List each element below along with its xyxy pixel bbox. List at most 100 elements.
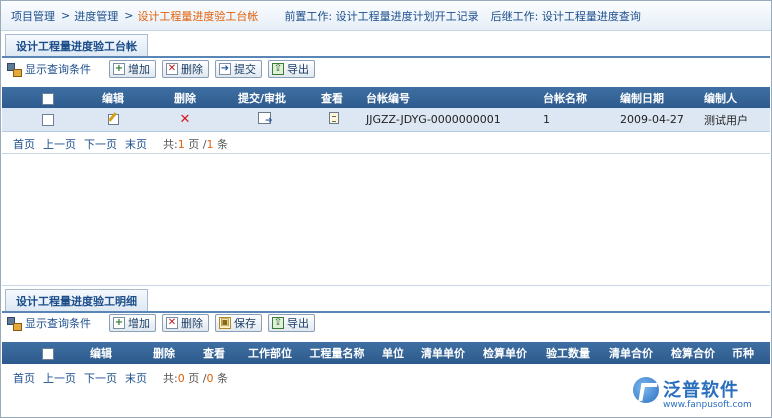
submit-document-icon: [257, 112, 273, 126]
row-submit-button[interactable]: [256, 112, 273, 127]
add-icon: +: [113, 63, 125, 75]
table-row[interactable]: ✕ JJGZZ-JDYG-0000000001 1 2009-04-27 测试用…: [2, 108, 770, 132]
pager-last-link[interactable]: 末页: [125, 370, 147, 386]
detail-filter-label: 显示查询条件: [25, 317, 91, 330]
breadcrumb-separator: >: [124, 9, 134, 22]
breadcrumb: 项目管理 > 进度管理 > 设计工程量进度验工台帐 前置工作: 设计工程量进度计…: [1, 1, 771, 31]
fanpu-logo: 泛普软件 www.fanpusoft.com: [633, 375, 763, 413]
col-work-location: 工作部位: [248, 347, 292, 360]
row-delete-button[interactable]: ✕: [177, 112, 193, 127]
ledger-delete-button[interactable]: ✕ 删除: [162, 60, 209, 78]
col-edit: 编辑: [102, 92, 124, 105]
filter-tree-icon: [7, 62, 22, 77]
detail-delete-label: 删除: [181, 317, 203, 330]
col-view: 查看: [203, 347, 225, 360]
col-delete: 删除: [174, 92, 196, 105]
ledger-toolbar: 显示查询条件 + 增加 ✕ 删除 ➜ 提交 ⇪ 导出: [7, 58, 321, 80]
delete-x-icon: ✕: [179, 112, 191, 127]
col-quantity-name: 工程量名称: [309, 347, 365, 360]
row-ledger-name: 1: [543, 113, 550, 126]
pager-prev-link[interactable]: 上一页: [43, 370, 76, 386]
ledger-filter-label: 显示查询条件: [25, 63, 91, 76]
col-delete: 删除: [153, 347, 175, 360]
detail-save-button[interactable]: ▣ 保存: [215, 314, 262, 332]
detail-grid-header: 编辑 删除 查看 工作部位 工程量名称 单位 清单单价 检算单价 验工数量 清单…: [2, 342, 770, 364]
submit-icon: ➜: [219, 63, 231, 75]
ledger-grid-header: 编辑 删除 提交/审批 查看 台帐编号 台帐名称 编制日期 编制人: [2, 87, 770, 109]
export-icon: ⇪: [272, 63, 284, 75]
ledger-section-tab[interactable]: 设计工程量进度验工台帐: [5, 34, 148, 56]
detail-select-all-checkbox[interactable]: [40, 347, 56, 360]
detail-save-label: 保存: [234, 317, 256, 330]
ledger-submit-label: 提交: [234, 63, 256, 76]
ledger-delete-label: 删除: [181, 63, 203, 76]
ledger-export-label: 导出: [287, 63, 309, 76]
ledger-add-button[interactable]: + 增加: [109, 60, 156, 78]
col-submit-approve: 提交/审批: [237, 92, 287, 105]
save-icon: ▣: [219, 317, 231, 329]
pager-first-link[interactable]: 首页: [13, 370, 35, 386]
col-check-unit-price: 检算单价: [483, 347, 527, 360]
pager-item-unit: 条: [216, 372, 228, 385]
detail-pager: 首页 上一页 下一页 末页 共:0 页 /0 条: [13, 370, 228, 386]
col-created-date: 编制日期: [620, 92, 664, 105]
pager-total: 共:1 页 /1 条: [163, 136, 228, 152]
detail-add-button[interactable]: + 增加: [109, 314, 156, 332]
export-icon: ⇪: [272, 317, 284, 329]
col-list-unit-price: 清单单价: [421, 347, 465, 360]
detail-delete-button[interactable]: ✕ 删除: [162, 314, 209, 332]
breadcrumb-separator: >: [61, 9, 71, 22]
row-checkbox[interactable]: [40, 113, 56, 126]
pager-total-prefix: 共:: [163, 372, 178, 385]
logo-name: 泛普软件: [663, 380, 739, 401]
col-ledger-name: 台帐名称: [543, 92, 587, 105]
detail-toolbar: 显示查询条件 + 增加 ✕ 删除 ▣ 保存 ⇪ 导出: [7, 312, 321, 334]
col-view: 查看: [321, 92, 343, 105]
pager-total-items: 1: [206, 138, 214, 151]
col-list-total: 清单合价: [609, 347, 653, 360]
row-edit-button[interactable]: [105, 112, 121, 127]
col-edit: 编辑: [90, 347, 112, 360]
detail-add-label: 增加: [128, 317, 150, 330]
pager-current-page: 0: [177, 372, 185, 385]
ledger-pager: 首页 上一页 下一页 末页 共:1 页 /1 条: [13, 136, 228, 152]
pager-total-prefix: 共:: [163, 138, 178, 151]
view-document-icon: [329, 112, 339, 124]
row-view-button[interactable]: [327, 112, 341, 127]
fanpu-logo-icon: [633, 377, 659, 403]
col-author: 编制人: [704, 92, 737, 105]
pager-item-unit: 条: [216, 138, 228, 151]
ledger-submit-button[interactable]: ➜ 提交: [215, 60, 262, 78]
col-currency: 币种: [732, 347, 754, 360]
row-author: 测试用户: [704, 113, 748, 127]
pager-prev-link[interactable]: 上一页: [43, 136, 76, 152]
logo-url: www.fanpusoft.com: [663, 400, 752, 410]
edit-pencil-icon: [107, 112, 119, 125]
pager-page-unit: 页: [188, 372, 200, 385]
detail-export-button[interactable]: ⇪ 导出: [268, 314, 315, 332]
delete-icon: ✕: [166, 317, 178, 329]
pager-first-link[interactable]: 首页: [13, 136, 35, 152]
next-work-link[interactable]: 后继工作: 设计工程量进度查询: [491, 8, 641, 24]
ledger-export-button[interactable]: ⇪ 导出: [268, 60, 315, 78]
pager-current-page: 1: [177, 138, 185, 151]
col-ledger-code: 台帐编号: [366, 92, 410, 105]
col-check-total: 检算合价: [671, 347, 715, 360]
pager-last-link[interactable]: 末页: [125, 136, 147, 152]
col-unit: 单位: [382, 347, 404, 360]
detail-export-label: 导出: [287, 317, 309, 330]
detail-section-tab[interactable]: 设计工程量进度验工明细: [5, 289, 148, 311]
breadcrumb-item-progress-management[interactable]: 进度管理: [74, 8, 118, 24]
filter-tree-icon: [7, 316, 22, 331]
pager-next-link[interactable]: 下一页: [84, 370, 117, 386]
previous-work-link[interactable]: 前置工作: 设计工程量进度计划开工记录: [284, 8, 478, 24]
pager-next-link[interactable]: 下一页: [84, 136, 117, 152]
ledger-add-label: 增加: [128, 63, 150, 76]
ledger-show-filter-link[interactable]: 显示查询条件: [7, 61, 91, 77]
breadcrumb-item-project-management[interactable]: 项目管理: [11, 8, 55, 24]
row-ledger-code: JJGZZ-JDYG-0000000001: [366, 113, 501, 126]
pager-total-items: 0: [206, 372, 214, 385]
pager-total: 共:0 页 /0 条: [163, 370, 228, 386]
ledger-select-all-checkbox[interactable]: [40, 92, 56, 105]
detail-show-filter-link[interactable]: 显示查询条件: [7, 315, 91, 331]
